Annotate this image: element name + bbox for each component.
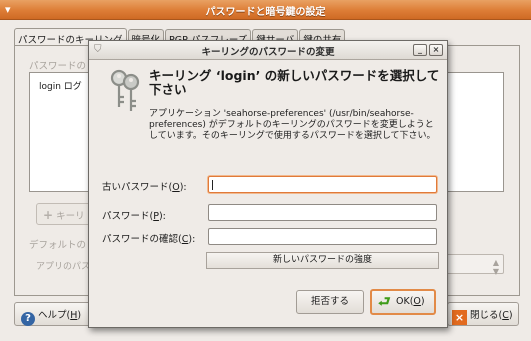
add-icon: +	[43, 208, 54, 222]
confirm-password-label: パスワードの確認(C):	[102, 231, 195, 245]
list-item[interactable]: login ログ	[39, 79, 82, 92]
spinner-arrows-icon: ▲ ▼	[492, 258, 499, 276]
keys-icon	[110, 69, 140, 111]
keyrings-section-label: パスワードの	[29, 61, 87, 72]
new-password-field[interactable]	[208, 204, 437, 221]
confirm-password-label-text: パスワードの確認(	[102, 234, 182, 245]
ok-suffix: )	[420, 296, 425, 307]
dialog-close-button[interactable]: ×	[429, 44, 443, 56]
change-password-dialog: ⛉ キーリングのパスワードの変更 _ × キーリング ‘login’ の新しいパ…	[88, 40, 448, 328]
dialog-title-bar[interactable]: ⛉ キーリングのパスワードの変更 _ ×	[89, 41, 447, 60]
close-mnemonic: C	[502, 310, 509, 321]
dialog-description: アプリケーション 'seahorse-preferences' (/usr/bi…	[149, 109, 436, 141]
ok-label: OK(	[396, 296, 414, 307]
new-password-label: パスワード(P):	[102, 208, 166, 222]
add-keyring-label: キーリ	[56, 211, 85, 222]
help-label: ヘルプ(	[38, 310, 71, 321]
ok-button[interactable]: ⮐ OK(O)	[370, 289, 436, 315]
old-password-label-text: 古いパスワード(	[102, 182, 173, 193]
close-suffix: )	[508, 310, 513, 321]
reject-button[interactable]: 拒否する	[296, 290, 364, 314]
minimize-button[interactable]: _	[413, 44, 427, 56]
close-label: 閉じる(	[470, 310, 503, 321]
old-password-suffix: ):	[179, 182, 187, 193]
main-title-bar[interactable]: ▾ パスワードと暗号鍵の設定	[0, 0, 531, 20]
ok-mnemonic: O	[413, 296, 421, 307]
new-password-suffix: ):	[158, 211, 166, 222]
dialog-title: キーリングのパスワードの変更	[201, 47, 335, 58]
main-window-title: パスワードと暗号鍵の設定	[205, 7, 326, 18]
confirm-password-field[interactable]	[208, 228, 437, 245]
help-icon: ?	[21, 312, 35, 326]
help-button[interactable]: ? ヘルプ(H)	[14, 302, 92, 326]
confirm-password-suffix: ):	[188, 234, 196, 245]
ok-check-icon: ⮐	[378, 294, 391, 310]
old-password-mnemonic: O	[172, 182, 180, 193]
help-suffix: )	[77, 310, 82, 321]
dialog-heading: キーリング ‘login’ の新しいパスワードを選択して下さい	[149, 68, 440, 97]
old-password-label: 古いパスワード(O):	[102, 179, 187, 193]
app-password-label: アプリのパス	[36, 262, 91, 272]
close-icon: ×	[452, 310, 467, 325]
old-password-field[interactable]	[208, 176, 437, 193]
new-password-label-text: パスワード(	[102, 211, 154, 222]
default-keyring-label: デフォルトの	[29, 240, 87, 251]
close-button[interactable]: × 閉じる(C)	[447, 302, 519, 326]
password-strength-meter: 新しいパスワードの強度	[206, 252, 439, 269]
text-caret	[212, 180, 213, 190]
